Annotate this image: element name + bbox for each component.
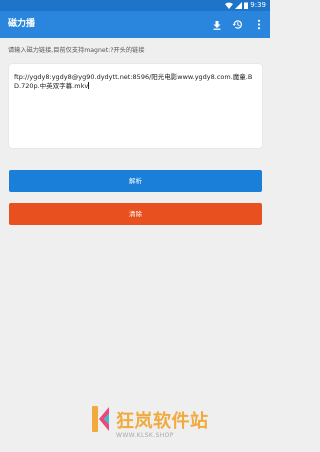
download-button[interactable]: [211, 19, 222, 30]
watermark-title: 狂岚软件站: [116, 411, 209, 432]
app-bar-actions: [211, 11, 264, 38]
input-hint: 请输入磁力链接,目前仅支持magnet:?开头的链接: [8, 47, 145, 54]
signal-icon: [235, 2, 243, 9]
parse-button[interactable]: 解析: [9, 170, 262, 192]
status-time: 9:39: [250, 1, 266, 9]
more-vert-icon: [257, 15, 261, 34]
magnet-link-input-text: ftp://ygdy8:ygdy8@yg90.dydytt.net:8596/阳…: [14, 73, 254, 91]
watermark-logo-icon: [92, 406, 109, 432]
status-icons: 9:39: [225, 0, 266, 11]
text-caret: [88, 82, 89, 89]
watermark: 狂岚软件站 WWW.KLSK.SHOP: [92, 404, 242, 444]
magnet-link-input[interactable]: ftp://ygdy8:ygdy8@yg90.dydytt.net:8596/阳…: [9, 64, 262, 148]
status-bar: 9:39: [0, 0, 270, 11]
history-button[interactable]: [232, 19, 243, 30]
more-options-button[interactable]: [253, 19, 264, 30]
watermark-url: WWW.KLSK.SHOP: [116, 432, 174, 439]
clear-button[interactable]: 清除: [9, 203, 262, 225]
app-bar: 磁力播: [0, 11, 270, 38]
input-value: ftp://ygdy8:ygdy8@yg90.dydytt.net:8596/阳…: [14, 73, 253, 90]
wifi-icon: [225, 2, 234, 9]
battery-icon: [244, 2, 249, 9]
download-icon: [212, 15, 222, 34]
app-title: 磁力播: [8, 19, 36, 29]
history-icon: [232, 15, 243, 34]
